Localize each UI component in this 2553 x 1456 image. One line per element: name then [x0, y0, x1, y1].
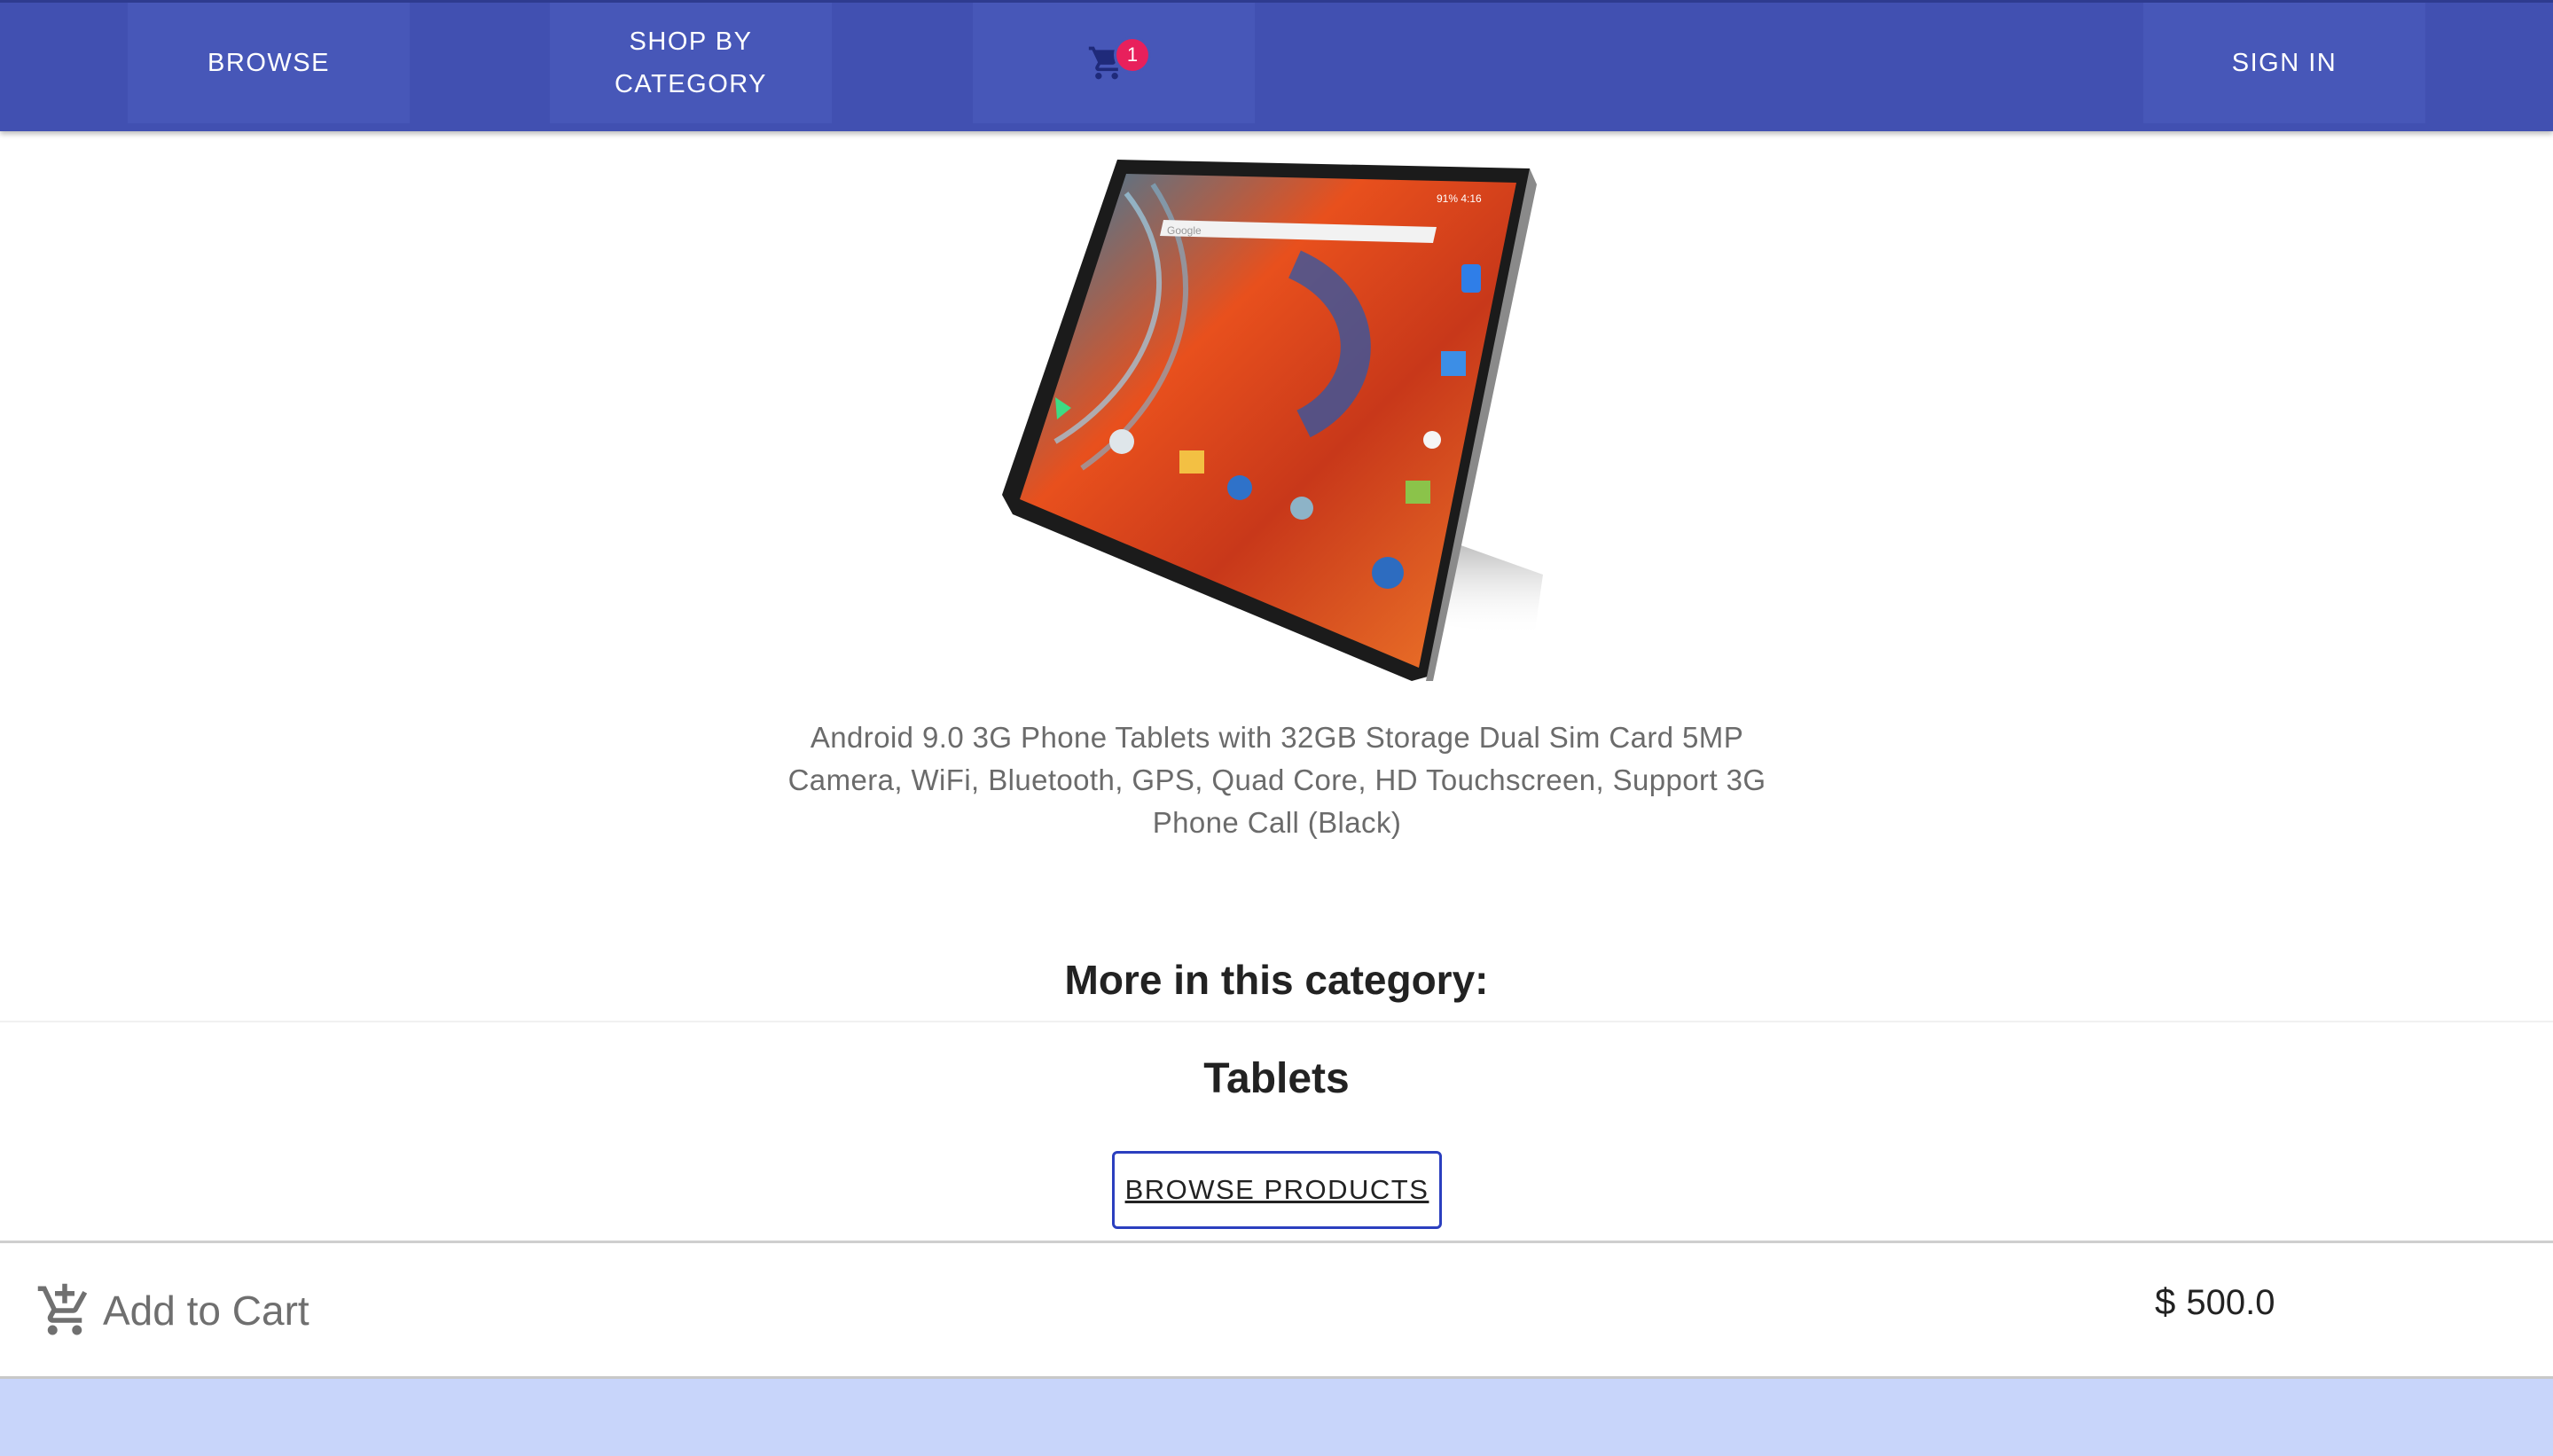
- nav-browse-label: BROWSE: [208, 49, 330, 77]
- product-image: Google 91% 4:16: [1002, 160, 1543, 681]
- app-bar: BROWSE SHOP BY CATEGORY 1 SIGN IN: [0, 0, 2553, 131]
- add-shopping-cart-icon: [37, 1283, 88, 1335]
- contacts-app-icon: [1441, 351, 1466, 376]
- currency-symbol: $: [2155, 1280, 2176, 1322]
- price-display: $ 500.0: [2155, 1280, 2275, 1323]
- screen-search-text: Google: [1167, 224, 1202, 237]
- add-to-cart-label: Add to Cart: [103, 1288, 309, 1334]
- cart-count-badge: 1: [1114, 36, 1151, 74]
- nav-browse-button[interactable]: BROWSE: [128, 3, 410, 123]
- nav-sign-in-label: SIGN IN: [2231, 49, 2338, 77]
- camera-app-icon: [1109, 429, 1134, 454]
- more-in-category-heading: More in this category:: [1064, 957, 1489, 1003]
- browse-products-button[interactable]: BROWSE PRODUCTS: [1112, 1151, 1442, 1229]
- browser-app-icon: [1372, 557, 1404, 589]
- purchase-bar: Add to Cart $ 500.0: [0, 1243, 2553, 1379]
- nav-shop-by-category-label: SHOP BY CATEGORY: [614, 27, 768, 98]
- footer-band: [0, 1379, 2553, 1456]
- price-value: 500.0: [2186, 1283, 2275, 1322]
- add-to-cart-button[interactable]: Add to Cart: [35, 1279, 309, 1342]
- nav-sign-in-button[interactable]: SIGN IN: [2143, 3, 2425, 123]
- category-card: Tablets BROWSE PRODUCTS: [0, 1022, 2553, 1243]
- apps-drawer-icon: [1423, 431, 1441, 449]
- music-app-icon: [1227, 475, 1252, 500]
- screen-status-text: 91% 4:16: [1437, 192, 1482, 205]
- gallery-app-icon: [1179, 450, 1204, 474]
- category-title: Tablets: [1203, 1055, 1350, 1102]
- cart-icon-wrap: 1: [1087, 36, 1151, 90]
- nav-shop-by-category-button[interactable]: SHOP BY CATEGORY: [550, 3, 832, 123]
- phone-app-icon: [1461, 264, 1481, 293]
- settings-app-icon: [1290, 497, 1313, 520]
- android-app-icon: [1406, 481, 1430, 504]
- nav-cart-button[interactable]: 1: [973, 3, 1255, 123]
- product-description: Android 9.0 3G Phone Tablets with 32GB S…: [787, 721, 1766, 839]
